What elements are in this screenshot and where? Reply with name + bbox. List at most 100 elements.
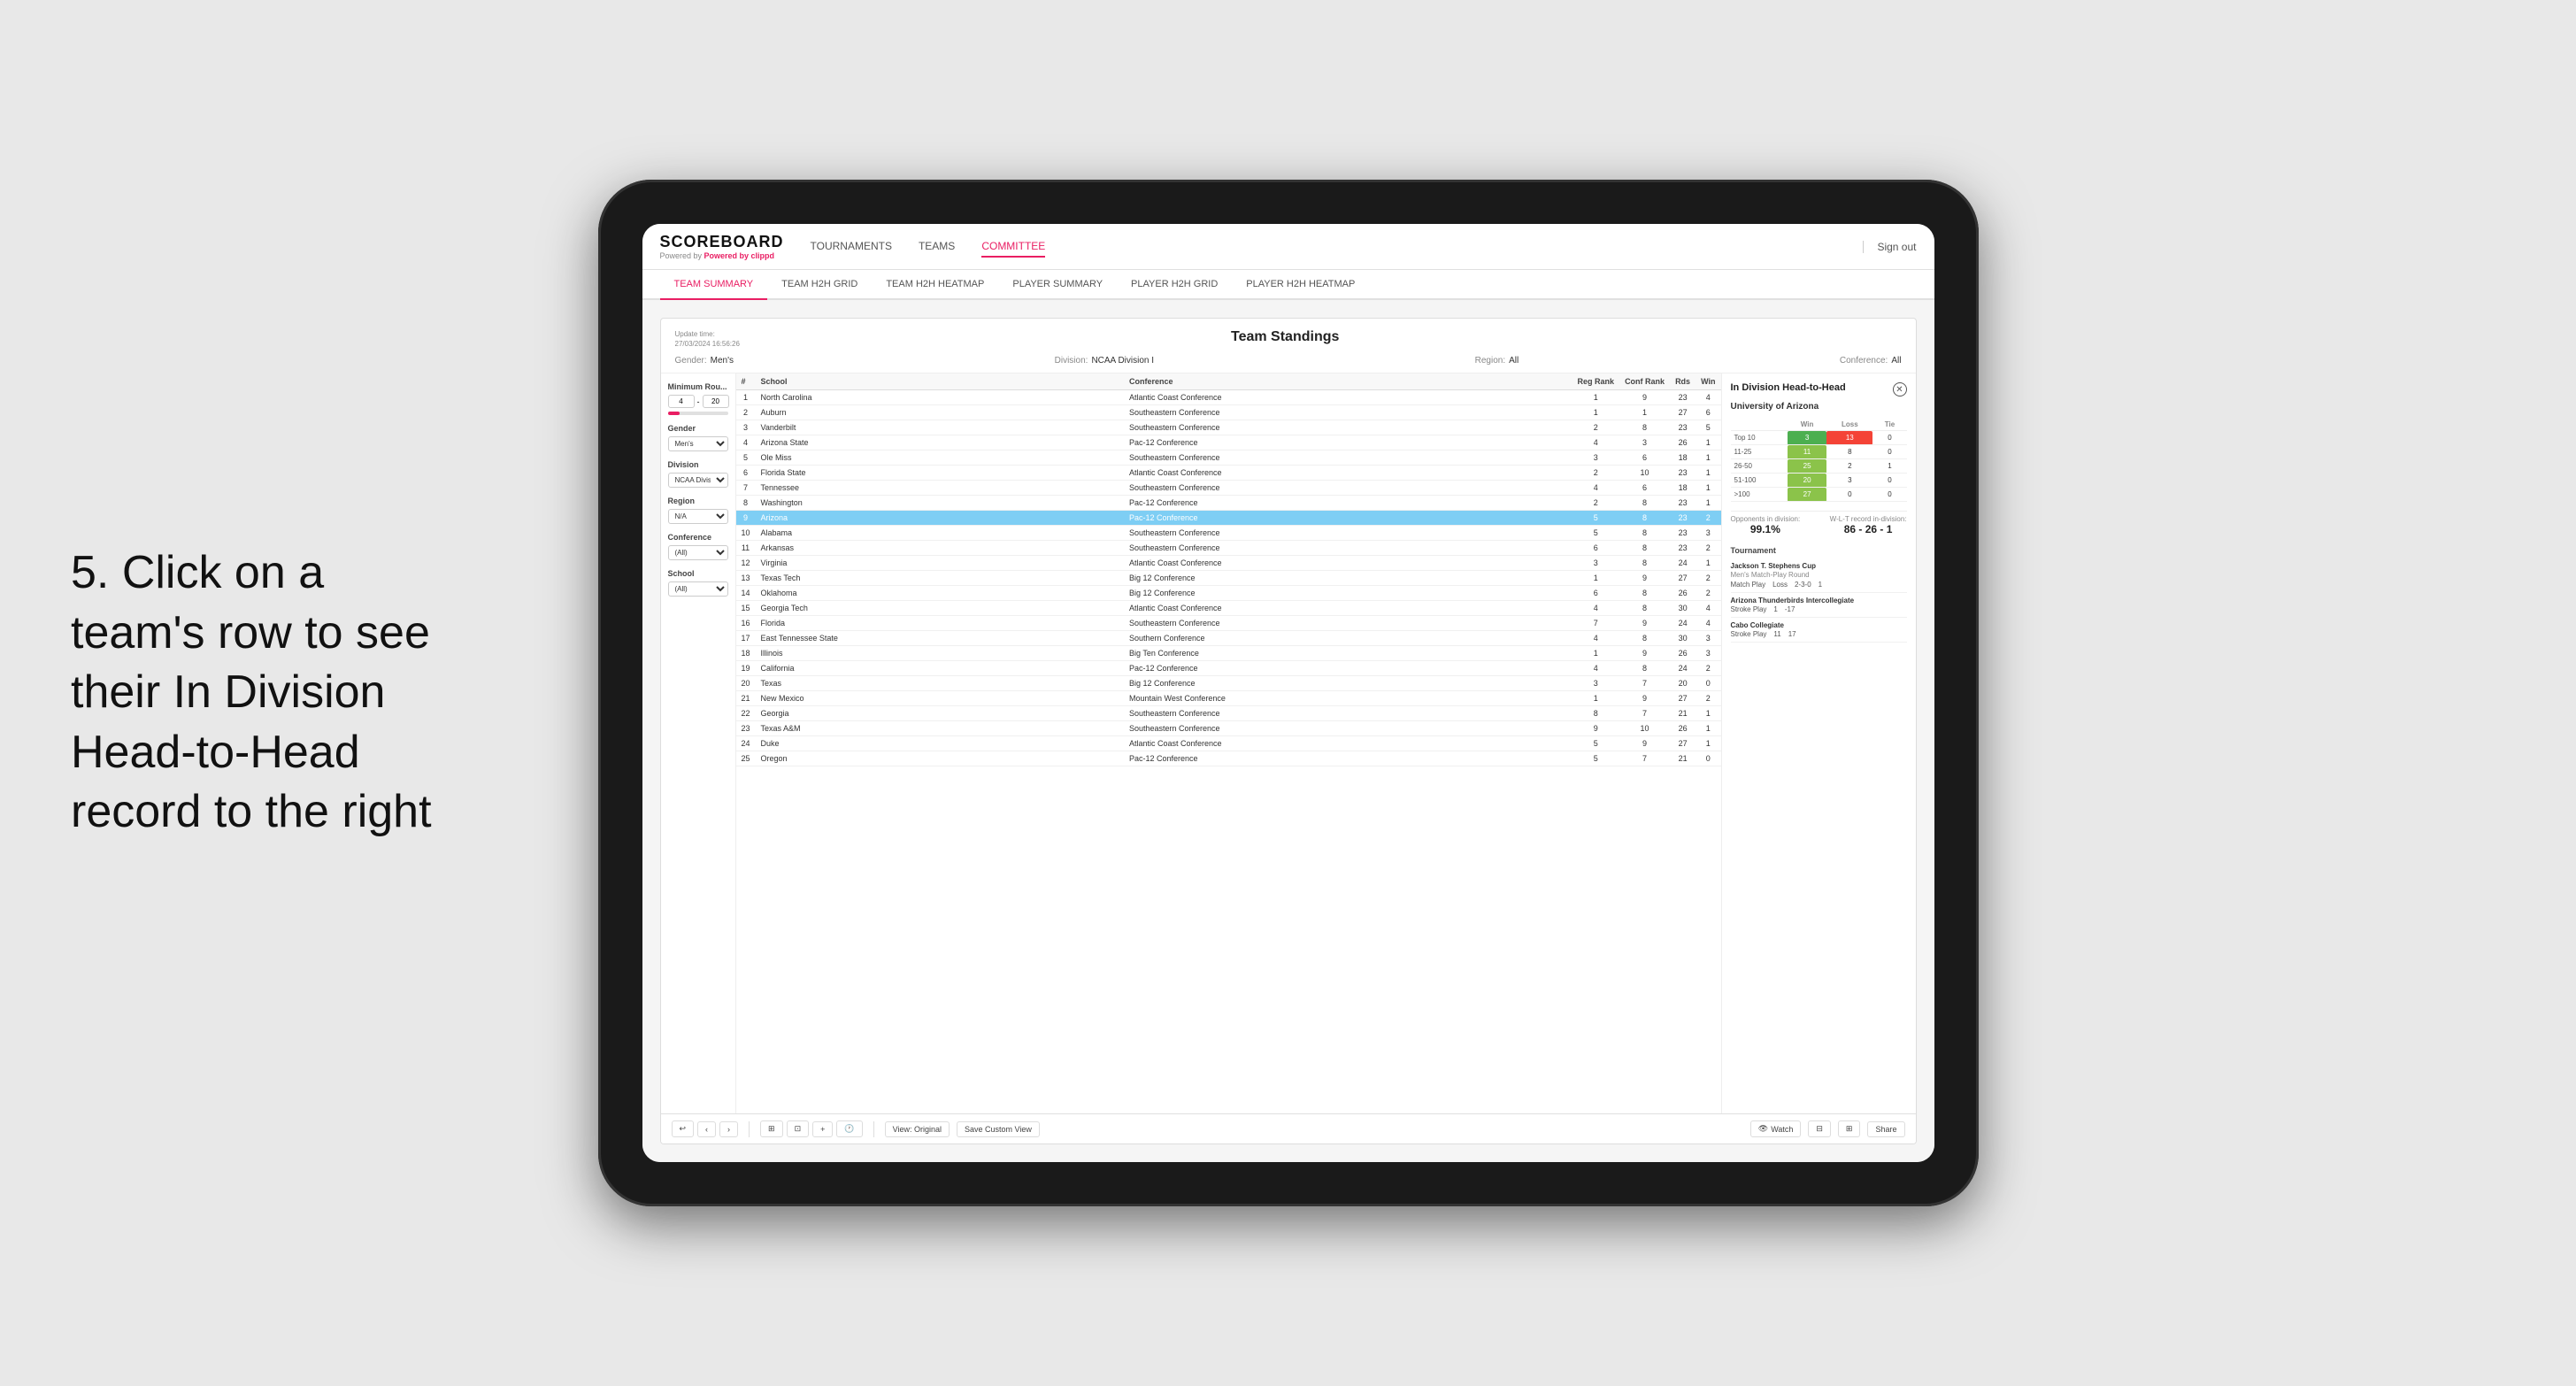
event-type: Match Play bbox=[1731, 581, 1766, 589]
step-back-button[interactable]: ‹ bbox=[697, 1121, 716, 1137]
cell-reg-rank: 1 bbox=[1573, 691, 1620, 706]
save-custom-button[interactable]: Save Custom View bbox=[957, 1121, 1040, 1137]
cell-rank: 12 bbox=[736, 556, 756, 571]
cell-rank: 21 bbox=[736, 691, 756, 706]
record-label: W-L-T record in-division: bbox=[1830, 515, 1907, 523]
tab-player-summary[interactable]: PLAYER SUMMARY bbox=[998, 270, 1117, 300]
table-row[interactable]: 3 Vanderbilt Southeastern Conference 2 8… bbox=[736, 420, 1721, 435]
table-row[interactable]: 21 New Mexico Mountain West Conference 1… bbox=[736, 691, 1721, 706]
table-row[interactable]: 20 Texas Big 12 Conference 3 7 20 0 bbox=[736, 676, 1721, 691]
filter-conference-select[interactable]: (All) bbox=[668, 545, 728, 560]
step-forward-button[interactable]: › bbox=[719, 1121, 738, 1137]
cell-school: Washington bbox=[756, 496, 1124, 511]
cell-conference: Southeastern Conference bbox=[1124, 420, 1573, 435]
table-row[interactable]: 22 Georgia Southeastern Conference 8 7 2… bbox=[736, 706, 1721, 721]
table-row[interactable]: 14 Oklahoma Big 12 Conference 6 8 26 2 bbox=[736, 586, 1721, 601]
table-row[interactable]: 23 Texas A&M Southeastern Conference 9 1… bbox=[736, 721, 1721, 736]
table-row[interactable]: 4 Arizona State Pac-12 Conference 4 3 26… bbox=[736, 435, 1721, 450]
table-row[interactable]: 7 Tennessee Southeastern Conference 4 6 … bbox=[736, 481, 1721, 496]
tool-3[interactable]: + bbox=[812, 1121, 833, 1137]
col-conf-rank: Conf Rank bbox=[1619, 373, 1670, 390]
cell-win: 3 bbox=[1696, 631, 1720, 646]
tab-player-h2h-heatmap[interactable]: PLAYER H2H HEATMAP bbox=[1232, 270, 1369, 300]
cell-conference: Big 12 Conference bbox=[1124, 586, 1573, 601]
tab-team-summary[interactable]: TEAM SUMMARY bbox=[660, 270, 768, 300]
table-row[interactable]: 17 East Tennessee State Southern Confere… bbox=[736, 631, 1721, 646]
conference-value: All bbox=[1891, 356, 1901, 366]
cell-win: 1 bbox=[1696, 481, 1720, 496]
cell-rank: 5 bbox=[736, 450, 756, 466]
cell-conference: Southeastern Conference bbox=[1124, 706, 1573, 721]
filter-gender-select[interactable]: Men's bbox=[668, 436, 728, 451]
table-row[interactable]: 13 Texas Tech Big 12 Conference 1 9 27 2 bbox=[736, 571, 1721, 586]
cell-rank: 4 bbox=[736, 435, 756, 450]
share-button[interactable]: Share bbox=[1867, 1121, 1904, 1137]
tab-team-h2h-heatmap[interactable]: TEAM H2H HEATMAP bbox=[872, 270, 998, 300]
sign-out-button[interactable]: Sign out bbox=[1863, 241, 1916, 253]
table-row[interactable]: 24 Duke Atlantic Coast Conference 5 9 27… bbox=[736, 736, 1721, 751]
undo-button[interactable]: ↩ bbox=[672, 1120, 695, 1137]
filter-min-rounds-max[interactable] bbox=[703, 395, 729, 408]
table-row[interactable]: 16 Florida Southeastern Conference 7 9 2… bbox=[736, 616, 1721, 631]
table-row[interactable]: 18 Illinois Big Ten Conference 1 9 26 3 bbox=[736, 646, 1721, 661]
watch-button[interactable]: 👁 Watch bbox=[1750, 1120, 1802, 1137]
table-row[interactable]: 10 Alabama Southeastern Conference 5 8 2… bbox=[736, 526, 1721, 541]
cell-conf-rank: 10 bbox=[1619, 721, 1670, 736]
standings-table: # School Conference Reg Rank Conf Rank R… bbox=[736, 373, 1721, 766]
table-row[interactable]: 12 Virginia Atlantic Coast Conference 3 … bbox=[736, 556, 1721, 571]
filter-min-rounds-label: Minimum Rou... bbox=[668, 382, 728, 391]
cell-rank: 9 bbox=[736, 511, 756, 526]
table-row[interactable]: 1 North Carolina Atlantic Coast Conferen… bbox=[736, 390, 1721, 405]
table-row[interactable]: 5 Ole Miss Southeastern Conference 3 6 1… bbox=[736, 450, 1721, 466]
filter-school-select[interactable]: (All) bbox=[668, 581, 728, 597]
table-row[interactable]: 25 Oregon Pac-12 Conference 5 7 21 0 bbox=[736, 751, 1721, 766]
grid-button[interactable]: ⊞ bbox=[1838, 1120, 1861, 1137]
table-row[interactable]: 9 Arizona Pac-12 Conference 5 8 23 2 bbox=[736, 511, 1721, 526]
cell-win: 2 bbox=[1696, 541, 1720, 556]
table-row[interactable]: 6 Florida State Atlantic Coast Conferenc… bbox=[736, 466, 1721, 481]
table-row[interactable]: 8 Washington Pac-12 Conference 2 8 23 1 bbox=[736, 496, 1721, 511]
gender-label: Gender: bbox=[675, 356, 707, 366]
filter-min-rounds-min[interactable] bbox=[668, 395, 695, 408]
filter-conference: Conference (All) bbox=[668, 533, 728, 560]
nav-committee[interactable]: COMMITTEE bbox=[981, 236, 1045, 258]
col-conference: Conference bbox=[1124, 373, 1573, 390]
tool-clock[interactable]: 🕐 bbox=[836, 1120, 862, 1137]
cell-conf-rank: 1 bbox=[1619, 405, 1670, 420]
tournament-name: Arizona Thunderbirds Intercollegiate bbox=[1731, 597, 1907, 604]
cell-conf-rank: 7 bbox=[1619, 751, 1670, 766]
h2h-close-button[interactable]: ✕ bbox=[1893, 382, 1907, 397]
tablet-screen: SCOREBOARD Powered by Powered by clippd … bbox=[642, 224, 1934, 1162]
cell-rank: 25 bbox=[736, 751, 756, 766]
cell-school: Oregon bbox=[756, 751, 1124, 766]
tab-player-h2h-grid[interactable]: PLAYER H2H GRID bbox=[1117, 270, 1232, 300]
cell-rds: 26 bbox=[1670, 721, 1696, 736]
table-row[interactable]: 11 Arkansas Southeastern Conference 6 8 … bbox=[736, 541, 1721, 556]
cell-conference: Southeastern Conference bbox=[1124, 405, 1573, 420]
cell-reg-rank: 5 bbox=[1573, 526, 1620, 541]
cell-rds: 20 bbox=[1670, 676, 1696, 691]
cell-win: 2 bbox=[1696, 511, 1720, 526]
h2h-record-row: 51-100 20 3 0 bbox=[1731, 474, 1907, 488]
tournament-details: Stroke Play 1 -17 bbox=[1731, 605, 1907, 613]
tournament-name: Jackson T. Stephens Cup bbox=[1731, 562, 1907, 570]
cell-reg-rank: 4 bbox=[1573, 481, 1620, 496]
filter-region-select[interactable]: N/A bbox=[668, 509, 728, 524]
cell-conf-rank: 9 bbox=[1619, 571, 1670, 586]
tab-team-h2h-grid[interactable]: TEAM H2H GRID bbox=[767, 270, 872, 300]
tool-2[interactable]: ⊡ bbox=[787, 1120, 810, 1137]
view-original-button[interactable]: View: Original bbox=[885, 1121, 950, 1137]
nav-tournaments[interactable]: TOURNAMENTS bbox=[811, 236, 892, 258]
display-button[interactable]: ⊟ bbox=[1808, 1120, 1831, 1137]
cell-rank: 15 bbox=[736, 601, 756, 616]
slider-track[interactable] bbox=[668, 412, 728, 415]
nav-teams[interactable]: TEAMS bbox=[919, 236, 955, 258]
table-row[interactable]: 19 California Pac-12 Conference 4 8 24 2 bbox=[736, 661, 1721, 676]
table-row[interactable]: 15 Georgia Tech Atlantic Coast Conferenc… bbox=[736, 601, 1721, 616]
cell-reg-rank: 4 bbox=[1573, 435, 1620, 450]
cell-school: Tennessee bbox=[756, 481, 1124, 496]
cell-rds: 23 bbox=[1670, 390, 1696, 405]
filter-division-select[interactable]: NCAA Division I bbox=[668, 473, 728, 488]
table-row[interactable]: 2 Auburn Southeastern Conference 1 1 27 … bbox=[736, 405, 1721, 420]
tool-1[interactable]: ⊞ bbox=[760, 1120, 783, 1137]
